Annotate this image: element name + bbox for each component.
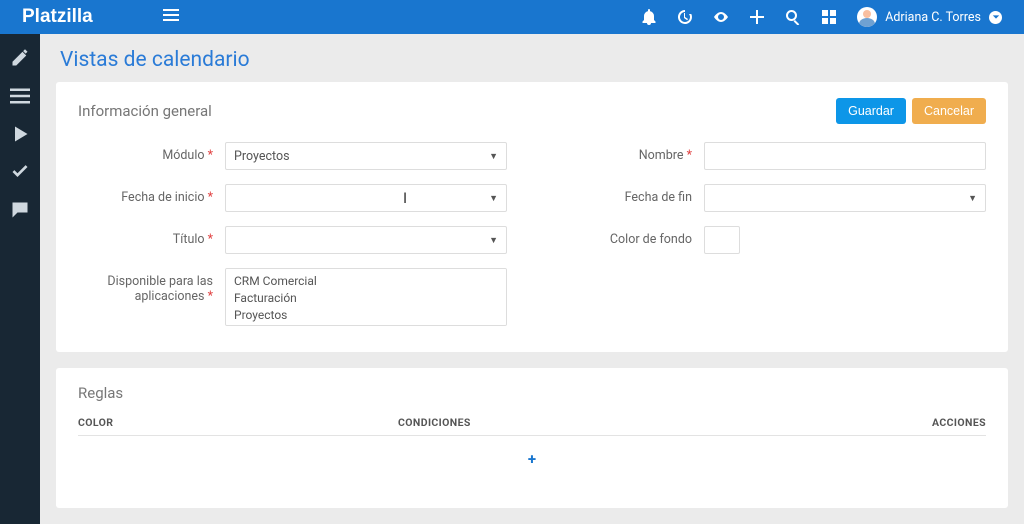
user-menu[interactable]: Adriana C. Torres xyxy=(857,7,1012,27)
input-color-fondo[interactable] xyxy=(704,226,740,254)
panel-rules: Reglas COLOR CONDICIONES ACCIONES + xyxy=(56,368,1008,508)
bell-icon[interactable] xyxy=(641,9,657,25)
cancel-button[interactable]: Cancelar xyxy=(912,98,986,124)
label-nombre: Nombre * xyxy=(557,142,692,163)
main-content: Vistas de calendario Información general… xyxy=(40,34,1024,524)
listbox-aplicaciones[interactable]: CRM Comercial Facturación Proyectos xyxy=(225,268,507,326)
avatar xyxy=(857,7,877,27)
rules-title: Reglas xyxy=(78,384,986,402)
menu-toggle[interactable] xyxy=(160,7,182,28)
chevron-down-icon: ▼ xyxy=(489,151,498,162)
user-name: Adriana C. Torres xyxy=(885,10,981,25)
label-color-fondo: Color de fondo xyxy=(557,226,692,247)
label-fecha-inicio: Fecha de inicio * xyxy=(78,184,213,205)
add-rule-button[interactable]: + xyxy=(78,436,986,482)
label-titulo: Título * xyxy=(78,226,213,247)
play-icon[interactable] xyxy=(10,124,30,144)
col-condiciones: CONDICIONES xyxy=(398,416,886,429)
sidebar xyxy=(0,34,40,524)
eye-icon[interactable] xyxy=(713,9,729,25)
label-disponible-aplicaciones: Disponible para las aplicaciones * xyxy=(78,268,213,304)
page-title: Vistas de calendario xyxy=(56,44,1008,82)
select-fecha-inicio[interactable]: ▼ xyxy=(225,184,507,212)
chevron-down-icon: ▼ xyxy=(489,235,498,246)
label-modulo: Módulo * xyxy=(78,142,213,163)
input-nombre[interactable] xyxy=(704,142,986,170)
list-item[interactable]: CRM Comercial xyxy=(234,273,498,290)
label-fecha-fin: Fecha de fin xyxy=(557,184,692,205)
list-item[interactable]: Proyectos xyxy=(234,307,498,324)
chevron-down-icon: ▼ xyxy=(489,193,498,204)
chevron-down-icon xyxy=(989,11,1002,24)
list-icon[interactable] xyxy=(10,86,30,106)
grid-icon[interactable] xyxy=(821,9,837,25)
panel-title: Información general xyxy=(78,102,830,120)
chat-icon[interactable] xyxy=(10,200,30,220)
rules-table-header: COLOR CONDICIONES ACCIONES xyxy=(78,416,986,436)
chevron-down-icon: ▼ xyxy=(968,193,977,204)
edit-icon[interactable] xyxy=(10,48,30,68)
topbar: Platzilla Adriana C. Torres xyxy=(0,0,1024,34)
brand-logo: Platzilla xyxy=(0,6,160,28)
select-fecha-fin[interactable]: ▼ xyxy=(704,184,986,212)
check-icon[interactable] xyxy=(10,162,30,182)
search-icon[interactable] xyxy=(785,9,801,25)
select-modulo[interactable]: Proyectos ▼ xyxy=(225,142,507,170)
save-button[interactable]: Guardar xyxy=(836,98,906,124)
col-acciones: ACCIONES xyxy=(886,416,986,429)
select-titulo[interactable]: ▼ xyxy=(225,226,507,254)
list-item[interactable]: Facturación xyxy=(234,290,498,307)
panel-general-info: Información general Guardar Cancelar Mód… xyxy=(56,82,1008,352)
plus-icon[interactable] xyxy=(749,9,765,25)
col-color: COLOR xyxy=(78,416,398,429)
history-icon[interactable] xyxy=(677,9,693,25)
